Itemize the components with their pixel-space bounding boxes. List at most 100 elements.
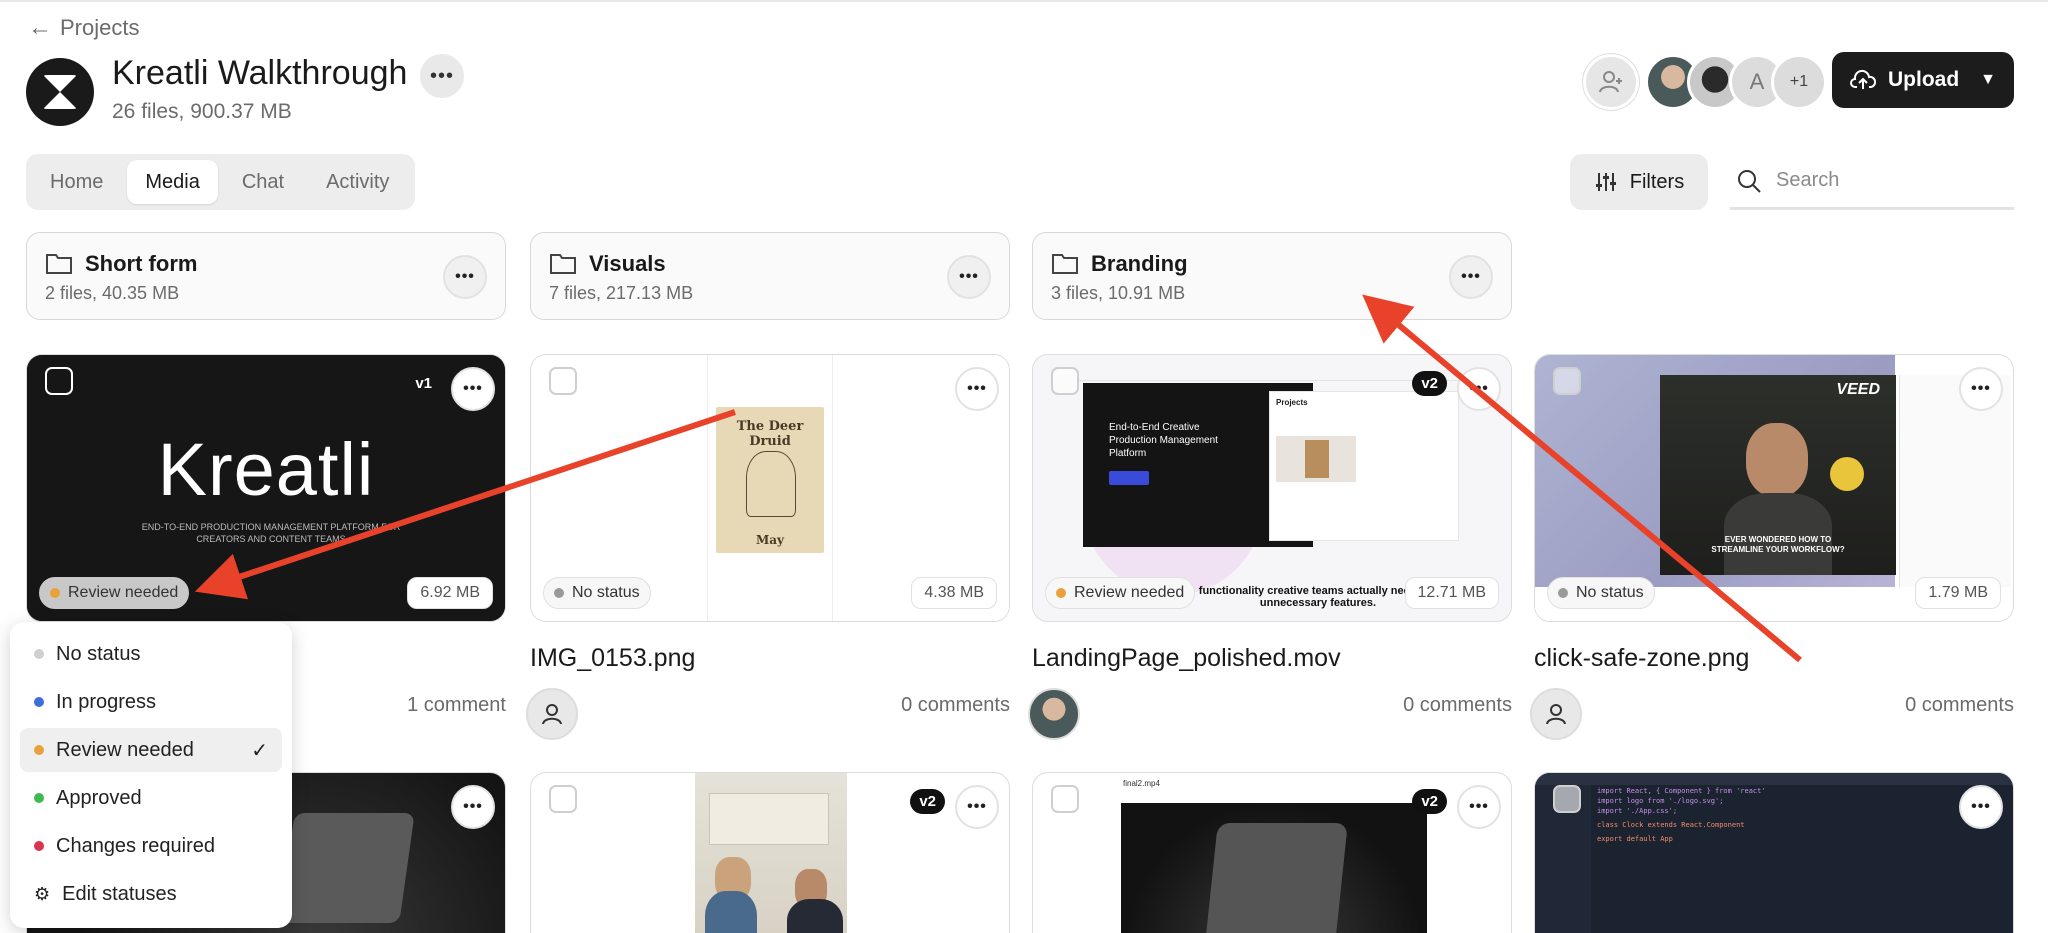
back-link-label: Projects — [60, 15, 140, 40]
status-option-label: Approved — [56, 786, 142, 809]
media-card[interactable]: final2.mp4 v2 ••• — [1032, 772, 1512, 933]
search-placeholder: Search — [1776, 169, 1840, 191]
filters-button[interactable]: Filters — [1570, 154, 1708, 210]
folder-meta: 2 files, 40.35 MB — [45, 283, 180, 303]
folder-card[interactable]: Branding 3 files, 10.91 MB ••• — [1032, 232, 1512, 320]
status-badge[interactable]: Review needed — [39, 577, 190, 609]
thumbnail-phone-frame: The Deer Druid May — [707, 355, 833, 621]
back-to-projects-link[interactable]: ← Projects — [28, 14, 139, 42]
thumbnail-video-frame: VEED EVER WONDERED HOW TO STREAMLINE YOU… — [1660, 375, 1896, 575]
media-card[interactable]: The Deer Druid May ••• No status 4.38 MB — [530, 354, 1010, 622]
code-line: class Clock extends React.Component — [1597, 821, 1745, 829]
upload-button[interactable]: Upload ▼ — [1832, 52, 2014, 108]
code-line: import React, { Component } from 'react' — [1597, 787, 1766, 795]
status-label: Review needed — [68, 584, 179, 601]
folder-more-button[interactable]: ••• — [443, 255, 487, 299]
status-badge[interactable]: No status — [1547, 577, 1655, 609]
folder-name: Visuals — [589, 251, 666, 276]
edit-statuses-button[interactable]: ⚙ Edit statuses — [20, 872, 282, 916]
media-card[interactable]: import React, { Component } from 'react'… — [1534, 772, 2014, 933]
status-badge[interactable]: Review needed — [1045, 577, 1196, 609]
folder-name: Short form — [85, 251, 198, 276]
media-card[interactable]: VEED EVER WONDERED HOW TO STREAMLINE YOU… — [1534, 354, 2014, 622]
media-card[interactable]: v2 ••• — [530, 772, 1010, 933]
comment-count[interactable]: 0 comments — [1814, 694, 2014, 717]
thumbnail-shape — [279, 813, 415, 923]
select-checkbox[interactable] — [1553, 367, 1581, 395]
comment-count[interactable]: 0 comments — [810, 694, 1010, 717]
video-caption: EVER WONDERED HOW TO STREAMLINE YOUR WOR… — [1711, 535, 1845, 554]
media-card[interactable]: End-to-End Creative Production Managemen… — [1032, 354, 1512, 622]
tab-activity[interactable]: Activity — [308, 160, 407, 204]
thumbnail-photo — [695, 773, 847, 933]
folder-icon — [1052, 254, 1078, 274]
select-checkbox[interactable] — [1051, 785, 1079, 813]
projects-panel-title: Projects — [1276, 398, 1308, 407]
select-checkbox[interactable] — [1051, 367, 1079, 395]
edit-statuses-label: Edit statuses — [62, 882, 177, 905]
folder-meta: 7 files, 217.13 MB — [549, 283, 694, 303]
more-members-badge[interactable]: +1 — [1771, 54, 1827, 110]
status-option-label: Changes required — [56, 834, 215, 857]
folder-more-button[interactable]: ••• — [1449, 255, 1493, 299]
thumbnail-video-frame — [1121, 803, 1427, 933]
project-more-button[interactable]: ••• — [420, 54, 464, 98]
status-dropdown-menu: No status In progress Review needed ✓ Ap… — [10, 622, 292, 928]
status-option-label: In progress — [56, 690, 157, 713]
tab-media[interactable]: Media — [127, 160, 218, 204]
select-checkbox[interactable] — [549, 367, 577, 395]
media-card[interactable]: Kreatli END-TO-END PRODUCTION MANAGEMENT… — [26, 354, 506, 622]
project-tabs: Home Media Chat Activity — [26, 154, 415, 210]
member-avatars[interactable]: A +1 — [1645, 54, 1827, 110]
status-option-label: Review needed — [56, 738, 194, 761]
card-more-button[interactable]: ••• — [1457, 785, 1501, 829]
folder-more-button[interactable]: ••• — [947, 255, 991, 299]
comment-count[interactable]: 0 comments — [1312, 694, 1512, 717]
card-more-button[interactable]: ••• — [451, 367, 495, 411]
card-more-button[interactable]: ••• — [451, 785, 495, 829]
invite-member-button[interactable] — [1583, 54, 1639, 110]
status-option-no-status[interactable]: No status — [20, 632, 282, 676]
file-name[interactable]: click-safe-zone.png — [1534, 644, 1749, 673]
status-label: No status — [572, 584, 640, 601]
select-checkbox[interactable] — [45, 367, 73, 395]
project-summary: 26 files, 900.37 MB — [112, 100, 292, 123]
upload-label: Upload — [1888, 68, 1960, 91]
file-name[interactable]: LandingPage_polished.mov — [1032, 644, 1341, 673]
poster-title: The Deer Druid — [736, 419, 804, 449]
status-label: Review needed — [1074, 584, 1185, 601]
gear-icon: ⚙ — [34, 883, 51, 904]
card-more-button[interactable]: ••• — [1959, 367, 2003, 411]
status-option-in-progress[interactable]: In progress — [20, 680, 282, 724]
tab-home[interactable]: Home — [32, 160, 121, 204]
uploader-avatar — [1028, 688, 1080, 740]
search-input[interactable]: Search — [1730, 154, 2014, 210]
status-option-review-needed[interactable]: Review needed ✓ — [20, 728, 282, 772]
card-more-button[interactable]: ••• — [955, 785, 999, 829]
file-size-badge: 1.79 MB — [1915, 577, 2001, 609]
card-more-button[interactable]: ••• — [955, 367, 999, 411]
uploader-avatar — [1530, 688, 1582, 740]
page-title: Kreatli Walkthrough — [112, 54, 408, 92]
status-option-changes-required[interactable]: Changes required — [20, 824, 282, 868]
card-more-button[interactable]: ••• — [1457, 367, 1501, 411]
chevron-down-icon[interactable]: ▼ — [1980, 71, 1996, 89]
select-checkbox[interactable] — [1553, 785, 1581, 813]
status-dot-icon — [34, 649, 44, 659]
card-more-button[interactable]: ••• — [1959, 785, 2003, 829]
comment-count[interactable]: 1 comment — [306, 694, 506, 717]
folder-card[interactable]: Visuals 7 files, 217.13 MB ••• — [530, 232, 1010, 320]
status-option-approved[interactable]: Approved — [20, 776, 282, 820]
code-line: import logo from './logo.svg'; — [1597, 797, 1724, 805]
tab-chat[interactable]: Chat — [224, 160, 302, 204]
file-name[interactable]: IMG_0153.png — [530, 644, 695, 673]
thumbnail-caption: final2.mp4 — [1123, 779, 1160, 788]
folder-card[interactable]: Short form 2 files, 40.35 MB ••• — [26, 232, 506, 320]
select-checkbox[interactable] — [549, 785, 577, 813]
project-logo — [26, 58, 94, 126]
file-size-badge: 4.38 MB — [911, 577, 997, 609]
user-icon — [542, 704, 562, 725]
folder-meta: 3 files, 10.91 MB — [1051, 283, 1186, 303]
folder-name: Branding — [1091, 251, 1188, 276]
status-badge[interactable]: No status — [543, 577, 651, 609]
